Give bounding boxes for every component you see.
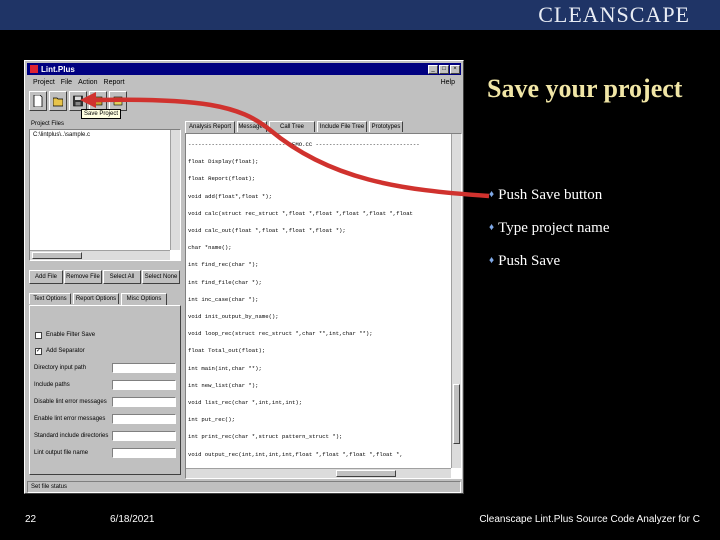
bullet-item: ♦ Push Save button — [489, 184, 714, 217]
code-line: float Total_out(float); — [188, 347, 266, 355]
code-line: void output_rec(int,int,int,int,float *,… — [188, 450, 403, 458]
report-vscroll[interactable] — [451, 134, 461, 468]
menu-report[interactable]: Report — [104, 79, 125, 86]
minimize-icon[interactable]: _ — [428, 64, 438, 74]
window-title: Lint.Plus — [41, 64, 75, 74]
brand-logo: CLEANSCAPE — [538, 2, 690, 27]
option-tab-strip: Text Options Report Options Misc Options — [29, 293, 181, 306]
close-icon[interactable]: × — [450, 64, 460, 74]
report-text: ----------------------------- DEMO.CC --… — [188, 136, 449, 463]
slide-title: Save your project — [487, 74, 683, 103]
code-line: int new_list(char *); — [188, 381, 259, 389]
code-line: float Display(float); — [188, 158, 259, 166]
code-line: void add(float*,float *); — [188, 192, 272, 200]
tab-messages[interactable]: Messages — [237, 121, 267, 132]
code-line: int find_file(char *); — [188, 278, 262, 286]
bullet-icon: ♦ — [489, 255, 495, 266]
window-titlebar: Lint.Plus _ □ × — [27, 63, 461, 75]
code-line: int main(int,char **); — [188, 364, 262, 372]
code-line: void init_output_by_name(); — [188, 313, 279, 321]
output-file-field[interactable] — [112, 448, 176, 458]
include-paths-field[interactable] — [112, 380, 176, 390]
code-line: int find_rec(char *); — [188, 261, 259, 269]
file-list[interactable]: C:\lintplus\..\sample.c — [29, 129, 181, 261]
remove-file-button[interactable]: Remove File — [64, 270, 102, 284]
select-none-button[interactable]: Select None — [142, 270, 180, 284]
report-tab-strip: Analysis Report Messages Call Tree Inclu… — [185, 121, 461, 134]
code-line: char *name(); — [188, 244, 232, 252]
footer-caption: Cleanscape Lint.Plus Source Code Analyze… — [479, 514, 700, 525]
slide-number: 22 — [25, 514, 37, 525]
report-icon — [113, 96, 123, 106]
file-list-vscroll[interactable] — [170, 130, 180, 250]
new-project-button[interactable] — [29, 91, 47, 111]
report-button[interactable] — [109, 91, 127, 111]
tab-text-options[interactable]: Text Options — [29, 293, 71, 304]
file-list-hscroll[interactable] — [30, 250, 170, 260]
field-label: Directory input path — [34, 365, 87, 371]
field-label: Lint output file name — [34, 450, 89, 456]
top-banner: CLEANSCAPE — [0, 0, 720, 30]
code-line: ----------------------------- DEMO.CC --… — [188, 141, 420, 148]
app-icon — [30, 65, 38, 73]
enable-messages-field[interactable] — [112, 414, 176, 424]
field-label: Disable lint error messages — [34, 399, 107, 405]
add-separator-checkbox[interactable]: ✓ — [35, 348, 42, 355]
bullet-icon: ♦ — [489, 222, 495, 233]
code-line: void list_rec(char *,int,int,int); — [188, 399, 303, 407]
bullet-item: ♦ Push Save — [489, 250, 714, 283]
code-line: int print_rec(char *,struct pattern_stru… — [188, 433, 343, 441]
open-project-button[interactable] — [49, 91, 67, 111]
tab-report-options[interactable]: Report Options — [73, 293, 119, 304]
code-line: int inc_case(char *); — [188, 295, 259, 303]
tab-call-tree[interactable]: Call Tree — [269, 121, 315, 132]
menu-bar: Project File Action Report Help — [27, 76, 461, 88]
menu-help[interactable]: Help — [441, 79, 455, 86]
tab-include-file-tree[interactable]: Include File Tree — [317, 121, 367, 132]
bullet-list: ♦ Push Save button ♦ Type project name ♦ Pu… — [489, 184, 714, 283]
field-label: Include paths — [34, 382, 70, 388]
menu-action[interactable]: Action — [78, 79, 97, 86]
tab-prototypes[interactable]: Prototypes — [369, 121, 403, 132]
save-project-button[interactable] — [69, 91, 87, 111]
add-file-button[interactable]: Add File — [29, 270, 63, 284]
add-separator-label: Add Separator — [46, 348, 85, 354]
options-panel: Enable Filter Save ✓ Add Separator Direc… — [29, 305, 181, 475]
directory-input-field[interactable] — [112, 363, 176, 373]
enable-filter-label: Enable Filter Save — [46, 332, 96, 338]
new-file-icon — [33, 95, 43, 107]
status-bar: Set file status — [27, 481, 461, 493]
run-icon — [93, 96, 103, 106]
field-label: Standard include directories — [34, 433, 109, 439]
select-all-button[interactable]: Select All — [103, 270, 141, 284]
maximize-icon[interactable]: □ — [439, 64, 449, 74]
file-list-item[interactable]: C:\lintplus\..\sample.c — [33, 132, 90, 138]
code-line: void calc_out(float *,float *,float *,fl… — [188, 227, 346, 235]
report-panel[interactable]: ----------------------------- DEMO.CC --… — [185, 133, 462, 479]
enable-filter-checkbox[interactable] — [35, 332, 42, 339]
report-hscroll[interactable] — [186, 468, 451, 478]
tooltip: Save Project — [81, 109, 122, 119]
include-directories-field[interactable] — [112, 431, 176, 441]
code-line: void loop_rec(struct rec_struct *,char *… — [188, 330, 373, 338]
slide-date: 6/18/2021 — [110, 514, 155, 525]
bullet-item: ♦ Type project name — [489, 217, 714, 250]
menu-project[interactable]: Project — [33, 79, 55, 86]
file-list-label: Project Files — [31, 121, 65, 127]
disable-messages-field[interactable] — [112, 397, 176, 407]
bullet-icon: ♦ — [489, 189, 495, 200]
floppy-disk-icon — [73, 95, 83, 107]
code-line: int put_rec(); — [188, 416, 235, 424]
code-line: void calc(struct rec_struct *,float *,fl… — [188, 209, 413, 217]
field-label: Enable lint error messages — [34, 416, 106, 422]
lintplus-window: Lint.Plus _ □ × Project File Action Repo… — [24, 60, 464, 494]
folder-open-icon — [53, 97, 63, 107]
run-lint-button[interactable] — [89, 91, 107, 111]
menu-file[interactable]: File — [61, 79, 72, 86]
code-line: float Report(float); — [188, 175, 256, 183]
